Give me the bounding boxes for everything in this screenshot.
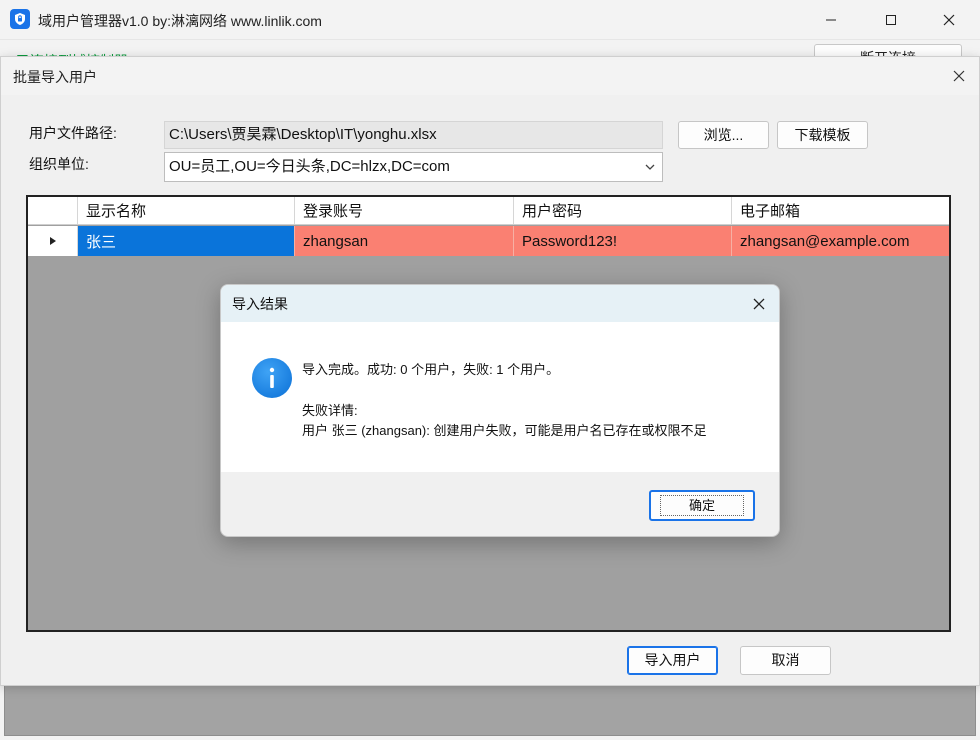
main-titlebar: 域用户管理器v1.0 by:淋漓网络 www.linlik.com (0, 0, 980, 40)
file-path-input[interactable]: C:\Users\贾昊霖\Desktop\IT\yonghu.xlsx (164, 121, 663, 149)
main-content-area (4, 684, 976, 736)
result-details-heading: 失败详情: (302, 403, 358, 418)
info-icon (252, 358, 292, 398)
minimize-button[interactable] (808, 4, 854, 36)
minimize-icon (826, 19, 836, 21)
chevron-down-icon (645, 164, 655, 170)
row-selector[interactable] (28, 226, 78, 256)
org-unit-value: OU=员工,OU=今日头条,DC=hlzx,DC=com (169, 158, 450, 175)
download-template-button[interactable]: 下载模板 (777, 121, 868, 149)
result-titlebar: 导入结果 (221, 285, 779, 322)
result-title: 导入结果 (232, 296, 288, 312)
result-summary: 导入完成。成功: 0 个用户，失败: 1 个用户。 (302, 362, 560, 377)
main-close-button[interactable] (926, 4, 972, 36)
browse-button[interactable]: 浏览... (678, 121, 769, 149)
current-row-arrow-icon (49, 237, 56, 245)
ok-button[interactable]: 确定 (649, 490, 755, 521)
org-unit-select[interactable]: OU=员工,OU=今日头条,DC=hlzx,DC=com (164, 152, 663, 182)
column-header[interactable]: 显示名称 (78, 197, 295, 224)
import-users-button[interactable]: 导入用户 (627, 646, 718, 675)
cell-login[interactable]: zhangsan (295, 226, 514, 256)
dialog-title: 批量导入用户 (13, 69, 97, 85)
dialog-close-button[interactable] (945, 63, 973, 89)
cell-email[interactable]: zhangsan@example.com (732, 226, 949, 256)
import-result-dialog: 导入结果 导入完成。成功: 0 个用户，失败: 1 个用户。 失败详情: 用户 … (220, 284, 780, 537)
cell-display-name[interactable]: 张三 (78, 226, 295, 256)
ok-button-label: 确定 (659, 495, 744, 516)
app-shield-icon (10, 9, 30, 29)
dialog-titlebar: 批量导入用户 (1, 57, 979, 95)
maximize-button[interactable] (868, 4, 914, 36)
column-header[interactable]: 电子邮箱 (732, 197, 949, 224)
main-window-title: 域用户管理器v1.0 by:淋漓网络 www.linlik.com (38, 13, 322, 29)
grid-header-row: 显示名称 登录账号 用户密码 电子邮箱 (28, 197, 949, 225)
org-unit-label: 组织单位: (29, 156, 89, 172)
file-path-label: 用户文件路径: (29, 125, 117, 141)
row-header-corner (28, 197, 78, 224)
result-details-line: 用户 张三 (zhangsan): 创建用户失败，可能是用户名已存在或权限不足 (302, 423, 707, 438)
close-icon (943, 14, 955, 26)
result-close-button[interactable] (747, 293, 771, 315)
close-icon (753, 298, 765, 310)
close-icon (953, 70, 965, 82)
cell-password[interactable]: Password123! (514, 226, 732, 256)
maximize-icon (886, 15, 896, 25)
table-row[interactable]: 张三 zhangsan Password123! zhangsan@exampl… (28, 226, 949, 256)
result-body: 导入完成。成功: 0 个用户，失败: 1 个用户。 失败详情: 用户 张三 (z… (221, 322, 779, 472)
column-header[interactable]: 用户密码 (514, 197, 732, 224)
cancel-button[interactable]: 取消 (740, 646, 831, 675)
column-header[interactable]: 登录账号 (295, 197, 514, 224)
